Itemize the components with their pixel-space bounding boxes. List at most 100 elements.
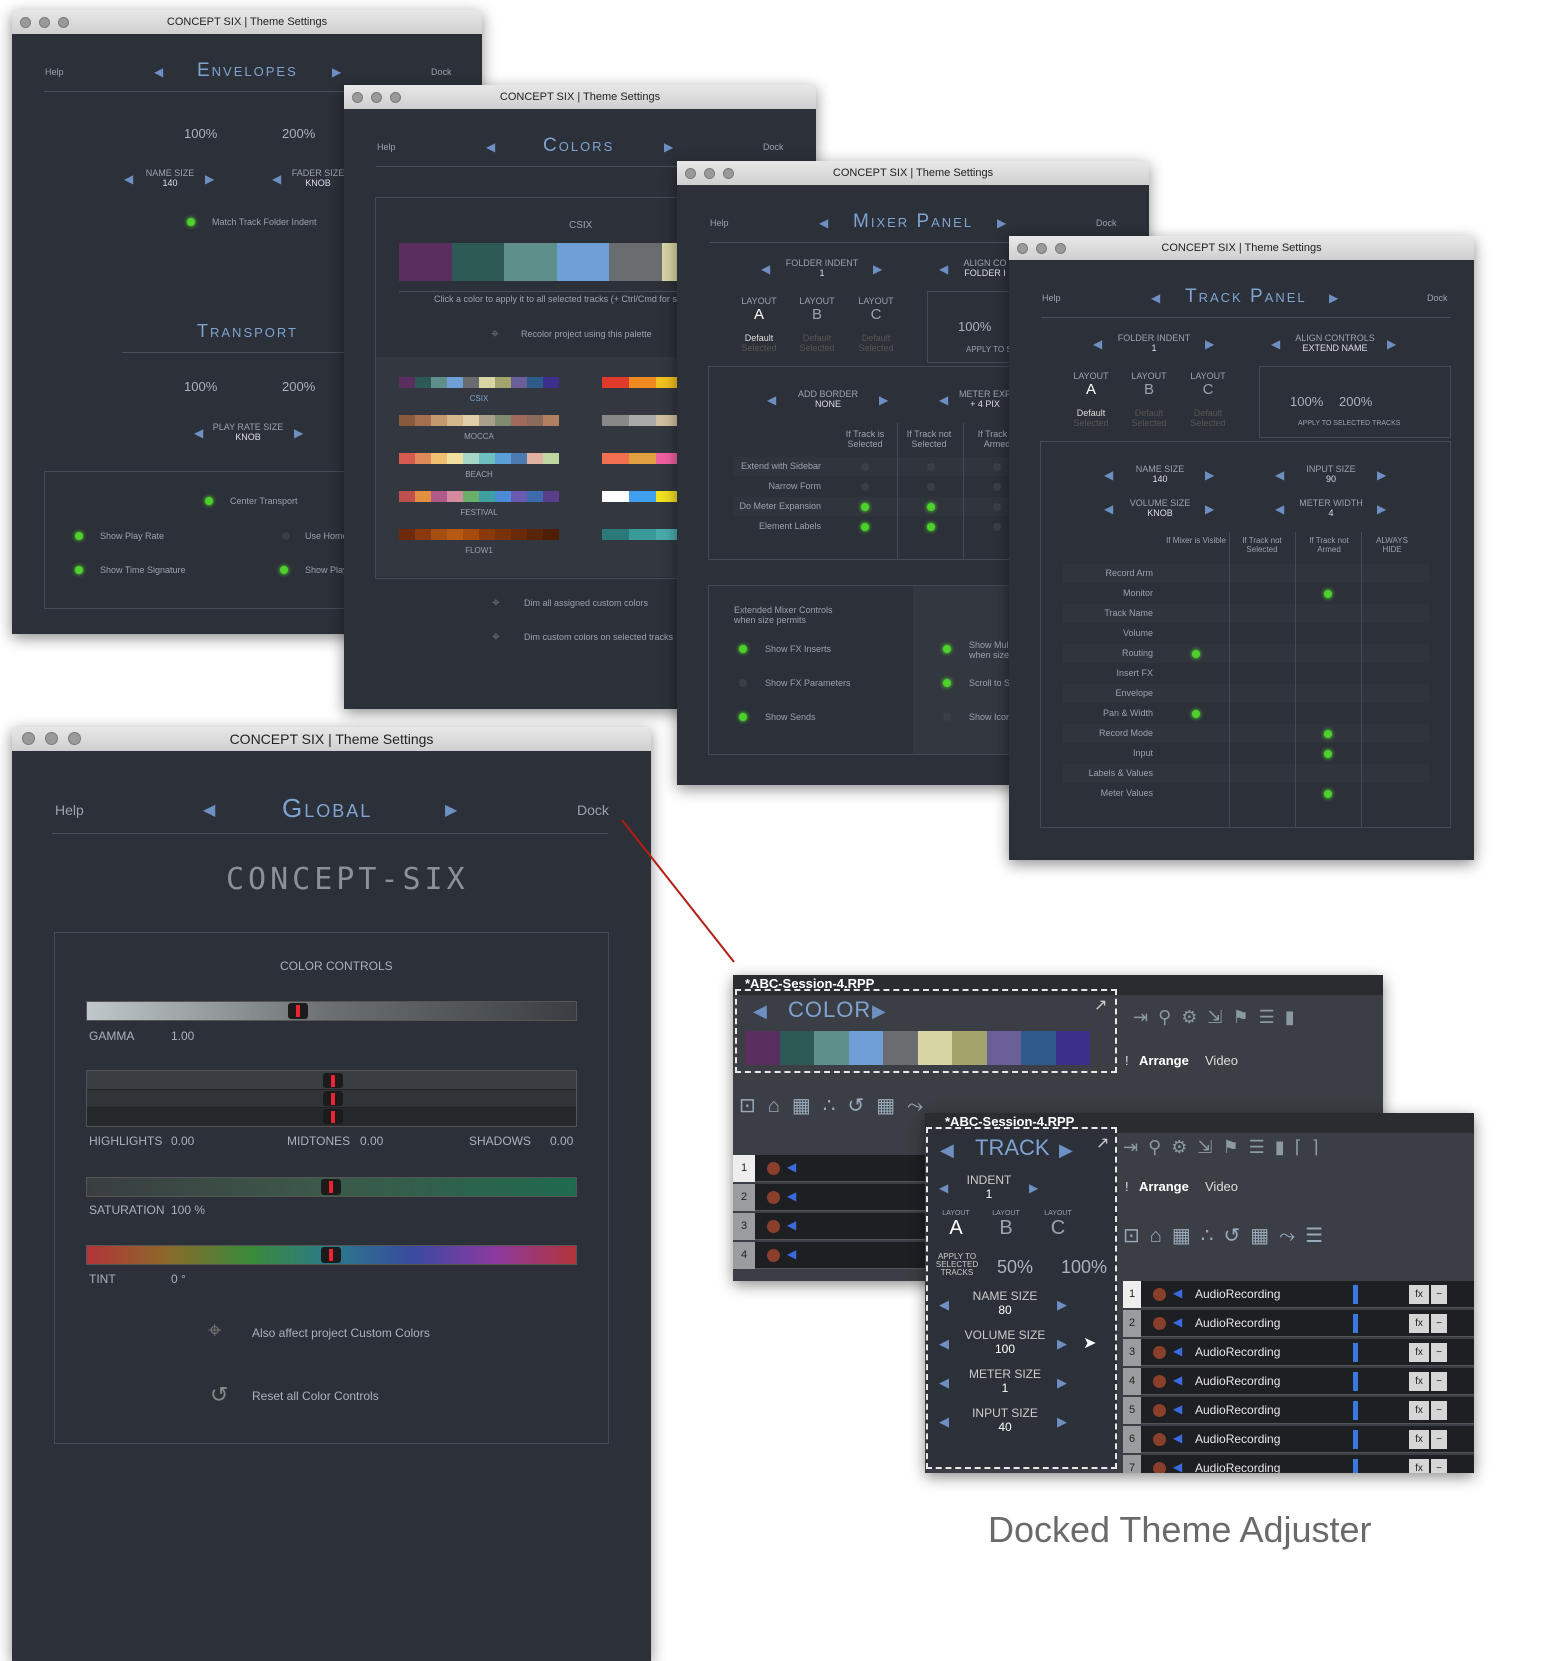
palette-swatch[interactable]	[431, 377, 447, 388]
color-swatch-8[interactable]	[986, 1031, 1021, 1065]
center-transport-toggle[interactable]	[205, 497, 213, 505]
color-swatch-1[interactable]	[745, 1031, 780, 1065]
palette-swatch[interactable]	[431, 453, 447, 464]
track-row-toggle[interactable]	[1324, 750, 1332, 758]
palette-swatch[interactable]	[511, 491, 527, 502]
palette-swatch[interactable]	[431, 491, 447, 502]
indent-prev-icon[interactable]: ◀	[939, 1181, 948, 1195]
palette-row[interactable]	[399, 453, 559, 464]
window-controls[interactable]	[685, 168, 734, 179]
mixer-row-toggle[interactable]	[993, 483, 1001, 491]
size-200-button[interactable]: 200%	[1339, 394, 1372, 409]
palette-swatch[interactable]	[463, 415, 479, 426]
record-arm-icon[interactable]	[767, 1249, 780, 1262]
palette-swatch[interactable]	[399, 377, 415, 388]
palette-swatch[interactable]	[543, 529, 559, 540]
volume-size-prev-icon[interactable]: ◀	[1104, 502, 1113, 516]
track-row-toggle[interactable]	[1324, 730, 1332, 738]
size-100-button[interactable]: 100%	[1061, 1257, 1107, 1278]
next-page-arrow-icon[interactable]: ▶	[997, 216, 1006, 230]
palette-swatch[interactable]	[399, 453, 415, 464]
layout-b-button[interactable]: B	[989, 1217, 1023, 1240]
track-prev-arrow-icon[interactable]: ◀	[940, 1140, 954, 1161]
mixer-row-toggle[interactable]	[927, 463, 935, 471]
palette-swatch[interactable]	[447, 415, 463, 426]
input-size-prev-icon[interactable]: ◀	[1275, 468, 1284, 482]
dock-link[interactable]: Dock	[431, 67, 452, 77]
name-size-prev-icon[interactable]: ◀	[939, 1297, 949, 1313]
color-prev-arrow-icon[interactable]: ◀	[753, 1001, 767, 1022]
palette-swatch[interactable]	[415, 453, 431, 464]
fx-button[interactable]: fx	[1409, 1401, 1429, 1420]
track-row[interactable]: 1 ◀ AudioRecording fx −	[1123, 1281, 1474, 1308]
palette-swatch-5[interactable]	[609, 243, 662, 281]
input-size-next-icon[interactable]: ▶	[1057, 1414, 1067, 1430]
speaker-icon[interactable]: ◀	[787, 1218, 796, 1232]
folder-indent-next-icon[interactable]: ▶	[1205, 337, 1214, 351]
video-tab[interactable]: Video	[1205, 1053, 1238, 1068]
fader-size-prev-icon[interactable]: ◀	[272, 172, 281, 186]
track-row[interactable]: 5 ◀ AudioRecording fx −	[1123, 1397, 1474, 1424]
palette-swatch[interactable]	[495, 415, 511, 426]
name-size-next-icon[interactable]: ▶	[205, 172, 214, 186]
name-size-prev-icon[interactable]: ◀	[1104, 468, 1113, 482]
scroll-to-toggle[interactable]	[943, 679, 951, 687]
tint-slider[interactable]	[86, 1245, 577, 1265]
record-arm-icon[interactable]	[767, 1191, 780, 1204]
help-link[interactable]: Help	[55, 802, 84, 818]
palette-swatch[interactable]	[463, 453, 479, 464]
palette-swatch[interactable]	[602, 491, 629, 502]
speaker-icon[interactable]: ◀	[1173, 1286, 1182, 1300]
palette-swatch[interactable]	[628, 529, 656, 540]
color-swatch-3[interactable]	[814, 1031, 849, 1065]
meter-size-prev-icon[interactable]: ◀	[939, 1375, 949, 1391]
speaker-icon[interactable]: ◀	[1173, 1402, 1182, 1416]
saturation-slider-handle[interactable]	[321, 1179, 341, 1195]
speaker-icon[interactable]: ◀	[787, 1160, 796, 1174]
palette-swatch-4[interactable]	[556, 243, 609, 281]
color-swatch-10[interactable]	[1055, 1031, 1090, 1065]
palette-swatch[interactable]	[543, 491, 559, 502]
volume-fader[interactable]	[1353, 1285, 1358, 1304]
mixer-row-toggle[interactable]	[927, 523, 935, 531]
volume-fader[interactable]	[1353, 1343, 1358, 1362]
palette-swatch[interactable]	[602, 529, 629, 540]
transport-100-button[interactable]: 100%	[184, 379, 217, 394]
name-size-next-icon[interactable]: ▶	[1057, 1297, 1067, 1313]
palette-swatch[interactable]	[447, 377, 463, 388]
size-200-button[interactable]: 200%	[282, 126, 315, 141]
envelope-button[interactable]: −	[1431, 1343, 1447, 1362]
color-swatch-5[interactable]	[883, 1031, 918, 1065]
next-page-arrow-icon[interactable]: ▶	[664, 140, 673, 154]
palette-swatch[interactable]	[602, 453, 629, 464]
arrange-tab[interactable]: Arrange	[1139, 1179, 1189, 1194]
help-link[interactable]: Help	[710, 218, 729, 228]
track-row-toggle[interactable]	[1192, 650, 1200, 658]
palette-swatch[interactable]	[543, 453, 559, 464]
prev-page-arrow-icon[interactable]: ◀	[486, 140, 495, 154]
record-arm-icon[interactable]	[1153, 1288, 1166, 1301]
name-size-prev-icon[interactable]: ◀	[124, 172, 133, 186]
speaker-icon[interactable]: ◀	[787, 1189, 796, 1203]
fx-button[interactable]: fx	[1409, 1343, 1429, 1362]
layout-a-button[interactable]: A	[939, 1217, 973, 1240]
track-row[interactable]: 7 ◀ AudioRecording fx −	[1123, 1455, 1474, 1473]
palette-swatch[interactable]	[511, 453, 527, 464]
color-palette[interactable]	[745, 1031, 1090, 1065]
track-name[interactable]: AudioRecording	[1195, 1461, 1280, 1473]
palette-swatch[interactable]	[628, 415, 656, 426]
palette-swatch[interactable]	[415, 415, 431, 426]
speaker-icon[interactable]: ◀	[1173, 1431, 1182, 1445]
record-arm-icon[interactable]	[1153, 1317, 1166, 1330]
meter-width-prev-icon[interactable]: ◀	[1275, 502, 1284, 516]
palette-swatch[interactable]	[527, 491, 543, 502]
name-size-next-icon[interactable]: ▶	[1205, 468, 1214, 482]
volume-fader[interactable]	[1353, 1430, 1358, 1449]
input-size-prev-icon[interactable]: ◀	[939, 1414, 949, 1430]
track-row-toggle[interactable]	[1324, 590, 1332, 598]
window-controls[interactable]	[1017, 243, 1066, 254]
prev-page-arrow-icon[interactable]: ◀	[819, 216, 828, 230]
track-name[interactable]: AudioRecording	[1195, 1403, 1280, 1417]
envelope-button[interactable]: −	[1431, 1285, 1447, 1304]
volume-fader[interactable]	[1353, 1372, 1358, 1391]
